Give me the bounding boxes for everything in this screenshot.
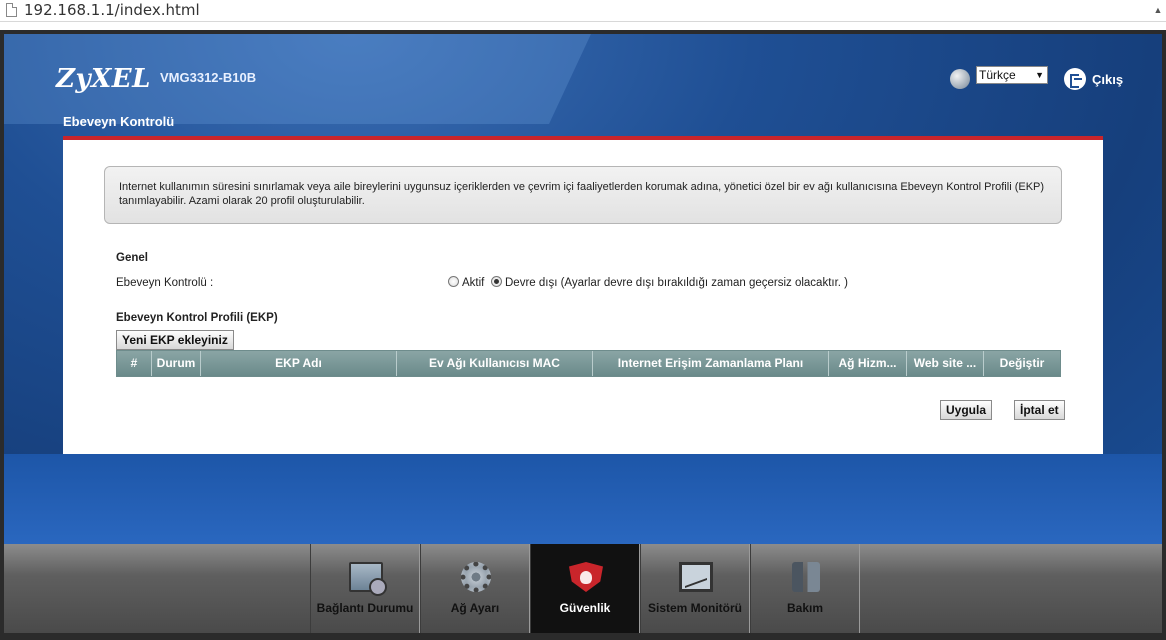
general-section-title: Genel xyxy=(116,252,148,264)
maintenance-tools-icon xyxy=(792,562,820,592)
nav-item-network-settings[interactable]: Ağ Ayarı xyxy=(420,544,530,633)
radio-active[interactable] xyxy=(448,276,459,287)
column-header[interactable]: Ev Ağı Kullanıcısı MAC xyxy=(397,351,593,376)
nav-label: Bağlantı Durumu xyxy=(316,601,414,615)
column-header[interactable]: Durum xyxy=(152,351,201,376)
shield-icon xyxy=(569,562,603,592)
radio-active-label: Aktif xyxy=(462,277,485,289)
page-title: Ebeveyn Kontrolü xyxy=(63,114,175,129)
globe-icon xyxy=(950,69,970,89)
nav-item-system-monitor[interactable]: Sistem Monitörü xyxy=(640,544,750,633)
nav-item-security[interactable]: Güvenlik xyxy=(530,544,640,633)
language-select[interactable]: Türkçe ▼ xyxy=(976,66,1048,84)
profiles-section-title: Ebeveyn Kontrol Profili (EKP) xyxy=(116,312,278,324)
main-stage: ZyXEL VMG3312-B10B Türkçe ▼ Çıkış Ebevey… xyxy=(4,34,1162,544)
apply-button[interactable]: Uygula xyxy=(940,400,993,420)
column-header[interactable]: # xyxy=(117,351,152,376)
profiles-table-header: # Durum EKP Adı Ev Ağı Kullanıcısı MAC I… xyxy=(116,350,1061,377)
monitor-chart-icon xyxy=(679,562,713,592)
browser-address-bar[interactable]: 192.168.1.1/index.html ▲ xyxy=(0,0,1166,22)
scroll-up-icon[interactable]: ▲ xyxy=(1152,2,1164,18)
logout-icon[interactable] xyxy=(1064,68,1086,90)
connection-status-icon xyxy=(349,562,387,596)
logout-link[interactable]: Çıkış xyxy=(1092,72,1123,87)
cancel-button[interactable]: İptal et xyxy=(1014,400,1065,420)
language-value: Türkçe xyxy=(979,68,1016,82)
bottom-nav-items: Bağlantı Durumu Ağ Ayarı Güvenlik Sistem… xyxy=(4,544,1162,633)
model-name: VMG3312-B10B xyxy=(160,70,257,85)
nav-item-maintenance[interactable]: Bakım xyxy=(750,544,860,633)
brand-logo: ZyXEL xyxy=(56,64,151,94)
address-url[interactable]: 192.168.1.1/index.html xyxy=(24,1,200,19)
radio-disabled-label: Devre dışı (Ayarlar devre dışı bırakıldı… xyxy=(505,277,849,289)
content-panel: Internet kullanımın süresini sınırlamak … xyxy=(63,136,1103,459)
nav-label: Sistem Monitörü xyxy=(647,601,742,615)
nav-label: Ağ Ayarı xyxy=(450,601,500,615)
radio-disabled[interactable] xyxy=(491,276,502,287)
add-profile-button[interactable]: Yeni EKP ekleyiniz xyxy=(116,330,234,350)
column-header[interactable]: Internet Erişim Zamanlama Planı xyxy=(593,351,829,376)
column-header[interactable]: Web site ... xyxy=(907,351,984,376)
nav-item-connection-status[interactable]: Bağlantı Durumu xyxy=(310,544,420,633)
column-header[interactable]: Değiştir xyxy=(984,351,1060,376)
parental-control-label: Ebeveyn Kontrolü : xyxy=(116,277,214,289)
column-header[interactable]: Ağ Hizm... xyxy=(829,351,907,376)
page-icon xyxy=(6,3,17,17)
nav-label: Güvenlik xyxy=(559,601,611,615)
chevron-down-icon: ▼ xyxy=(1035,70,1044,80)
nav-label: Bakım xyxy=(786,601,824,615)
column-header[interactable]: EKP Adı xyxy=(201,351,397,376)
info-box: Internet kullanımın süresini sınırlamak … xyxy=(104,166,1062,224)
gear-icon xyxy=(461,562,491,592)
